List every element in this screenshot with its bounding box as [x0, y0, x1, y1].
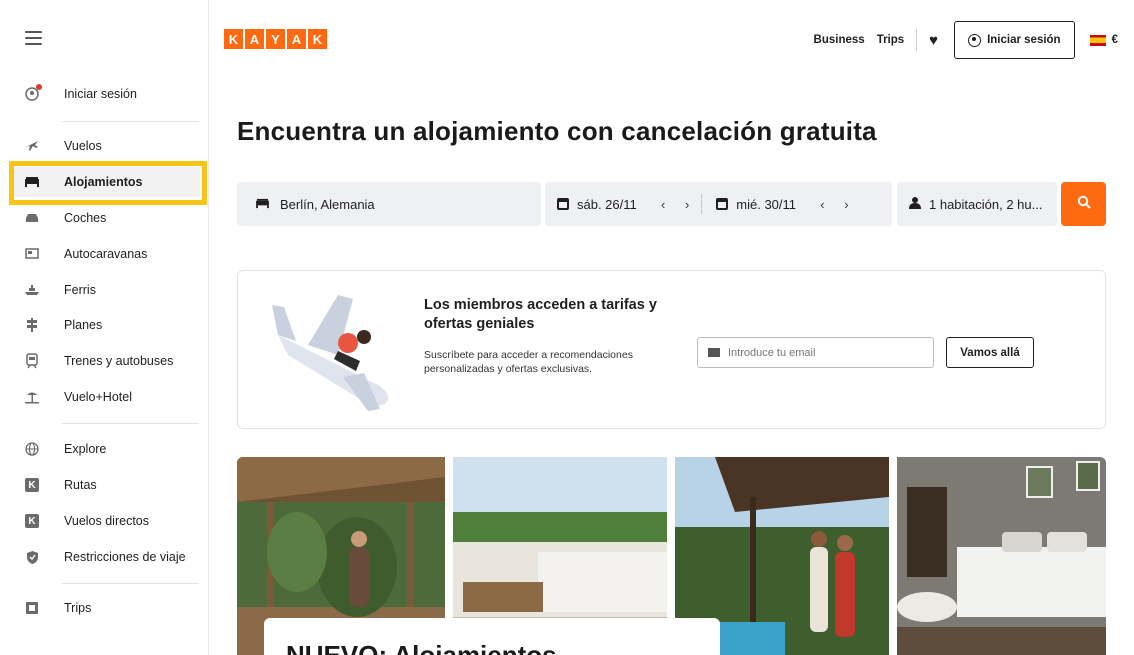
sidebar-item-label: Ferris — [64, 283, 96, 297]
logo-letter: K — [308, 29, 327, 49]
sidebar-item-trains[interactable]: Trenes y autobuses — [10, 346, 200, 376]
globe-icon — [24, 441, 40, 457]
plane-illustration — [268, 285, 408, 420]
signpost-icon — [24, 317, 40, 333]
promo-title: Los miembros acceden a tarifas y ofertas… — [424, 297, 657, 332]
promo-text: Suscríbete para acceder a recomendacione… — [424, 349, 633, 375]
checkin-arrows[interactable]: ‹ › — [661, 197, 697, 212]
login-button-label: Iniciar sesión — [987, 34, 1061, 46]
logo-letter: A — [287, 29, 306, 49]
divider — [62, 583, 199, 584]
checkout-arrows[interactable]: ‹ › — [820, 197, 856, 212]
envelope-icon — [708, 348, 720, 357]
login-button[interactable]: Iniciar sesión — [954, 21, 1075, 59]
kayak-k-icon: K — [24, 513, 40, 529]
highlight-frame — [9, 161, 207, 205]
sidebar-item-login[interactable]: Iniciar sesión — [10, 79, 200, 109]
checkin-date[interactable]: sáb. 26/11 — [577, 197, 661, 212]
kayak-k-icon: K — [24, 477, 40, 493]
sidebar-item-cars[interactable]: Coches — [10, 203, 200, 233]
divider — [701, 194, 703, 214]
person-icon — [909, 196, 921, 212]
date-range-field[interactable]: sáb. 26/11 ‹ › mié. 30/11 ‹ › — [545, 182, 892, 226]
sidebar-item-label: Explore — [64, 442, 107, 456]
currency-label[interactable]: € — [1112, 34, 1118, 46]
sidebar-item-ferries[interactable]: Ferris — [10, 275, 200, 305]
sidebar-item-explore[interactable]: Explore — [10, 434, 200, 464]
trips-link[interactable]: Trips — [877, 34, 904, 46]
destination-field[interactable]: Berlín, Alemania — [237, 182, 541, 226]
subscribe-button[interactable]: Vamos allá — [946, 337, 1034, 368]
kayak-logo[interactable]: K A Y A K — [224, 29, 327, 49]
sidebar-item-direct-flights[interactable]: K Vuelos directos — [10, 506, 200, 536]
calendar-icon — [716, 198, 729, 210]
sidebar-item-label: Vuelos — [64, 139, 102, 153]
train-icon — [24, 353, 40, 369]
feature-card[interactable]: NUEVO: Alojamientos — [264, 618, 720, 655]
divider — [62, 121, 199, 122]
sidebar-item-flights[interactable]: Vuelos — [10, 131, 200, 161]
sidebar-item-rv[interactable]: Autocaravanas — [10, 239, 200, 269]
email-input[interactable]: Introduce tu email — [697, 337, 934, 368]
sidebar-item-label: Trips — [64, 601, 92, 615]
page-title: Encuentra un alojamiento con cancelación… — [237, 116, 877, 146]
logo-letter: Y — [266, 29, 285, 49]
search-icon — [1077, 195, 1091, 214]
sidebar-item-label: Vuelo+Hotel — [64, 390, 132, 404]
destination-value: Berlín, Alemania — [280, 196, 375, 212]
guests-value: 1 habitación, 2 hu... — [929, 196, 1043, 212]
sidebar-item-trips[interactable]: Trips — [10, 593, 200, 623]
divider — [62, 423, 199, 424]
calendar-icon — [557, 198, 569, 210]
sidebar-item-flight-hotel[interactable]: Vuelo+Hotel — [10, 382, 200, 412]
sidebar-item-travel-restrictions[interactable]: Restricciones de viaje — [10, 542, 200, 572]
ferry-icon — [24, 282, 40, 298]
logo-letter: K — [224, 29, 243, 49]
email-placeholder: Introduce tu email — [728, 346, 816, 359]
shield-icon — [24, 549, 40, 565]
bed-icon — [255, 197, 270, 212]
divider — [916, 29, 918, 51]
beach-icon — [24, 389, 40, 405]
feature-title: NUEVO: Alojamientos — [286, 640, 557, 655]
member-promo-card: Los miembros acceden a tarifas y ofertas… — [237, 270, 1106, 429]
car-icon — [24, 210, 40, 226]
sidebar-item-label: Autocaravanas — [64, 247, 148, 261]
plane-icon — [24, 138, 40, 154]
business-link[interactable]: Business — [814, 34, 865, 46]
suitcase-icon — [24, 600, 40, 616]
user-icon — [968, 33, 982, 47]
top-nav: Business Trips ♥ Iniciar sesión € — [814, 20, 1118, 60]
sidebar-item-label: Planes — [64, 318, 103, 332]
sidebar-item-label: Vuelos directos — [64, 514, 149, 528]
sidebar-item-label: Trenes y autobuses — [64, 354, 174, 368]
sidebar: Iniciar sesión Vuelos Alojamientos Coche… — [0, 0, 209, 655]
sidebar-item-routes[interactable]: K Rutas — [10, 470, 200, 500]
search-button[interactable] — [1061, 182, 1106, 226]
logo-letter: A — [245, 29, 264, 49]
spain-flag-icon[interactable] — [1089, 34, 1106, 46]
menu-icon[interactable] — [25, 31, 42, 45]
photo-bedroom[interactable] — [897, 457, 1106, 655]
sidebar-item-label: Iniciar sesión — [64, 87, 137, 101]
checkout-date[interactable]: mié. 30/11 — [736, 197, 820, 212]
sidebar-item-label: Restricciones de viaje — [64, 550, 186, 564]
sidebar-item-label: Rutas — [64, 478, 97, 492]
heart-icon[interactable]: ♥ — [929, 32, 938, 49]
sidebar-item-plans[interactable]: Planes — [10, 310, 200, 340]
sidebar-item-label: Coches — [64, 211, 107, 225]
rv-icon — [24, 246, 40, 262]
user-icon — [24, 84, 42, 102]
guests-field[interactable]: 1 habitación, 2 hu... — [897, 182, 1057, 226]
